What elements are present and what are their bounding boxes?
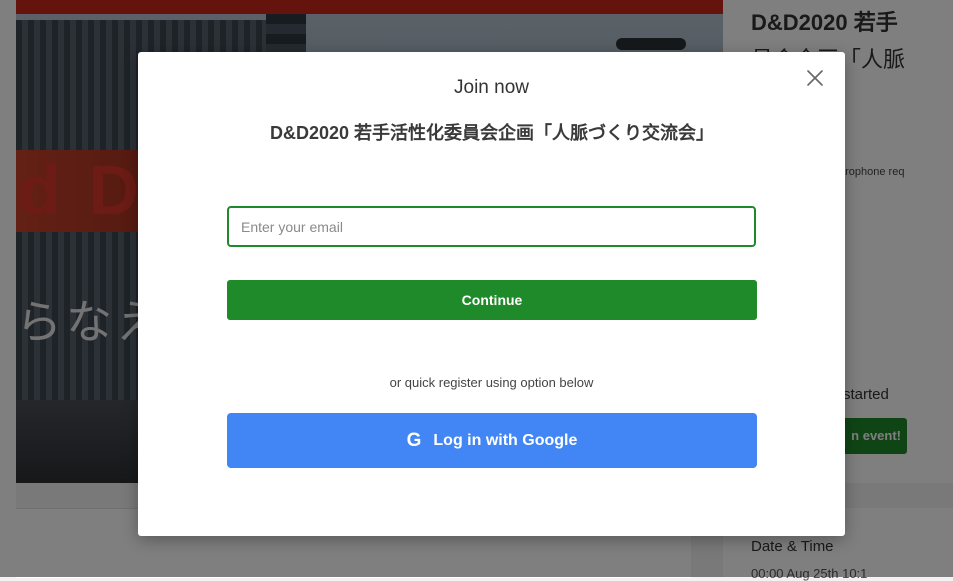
modal-heading: Join now [454, 77, 529, 98]
modal-event-name: D&D2020 若手活性化委員会企画「人脈づくり交流会」 [269, 123, 715, 143]
join-now-modal: Join now D&D2020 若手活性化委員会企画「人脈づくり交流会」 Co… [138, 52, 845, 536]
google-icon: G [406, 429, 422, 451]
google-login-button[interactable]: G Log in with Google [227, 413, 757, 468]
quick-register-text: or quick register using option below [389, 375, 594, 390]
continue-button[interactable]: Continue [227, 280, 757, 320]
email-input[interactable] [227, 206, 756, 247]
google-login-label: Log in with Google [433, 431, 578, 449]
